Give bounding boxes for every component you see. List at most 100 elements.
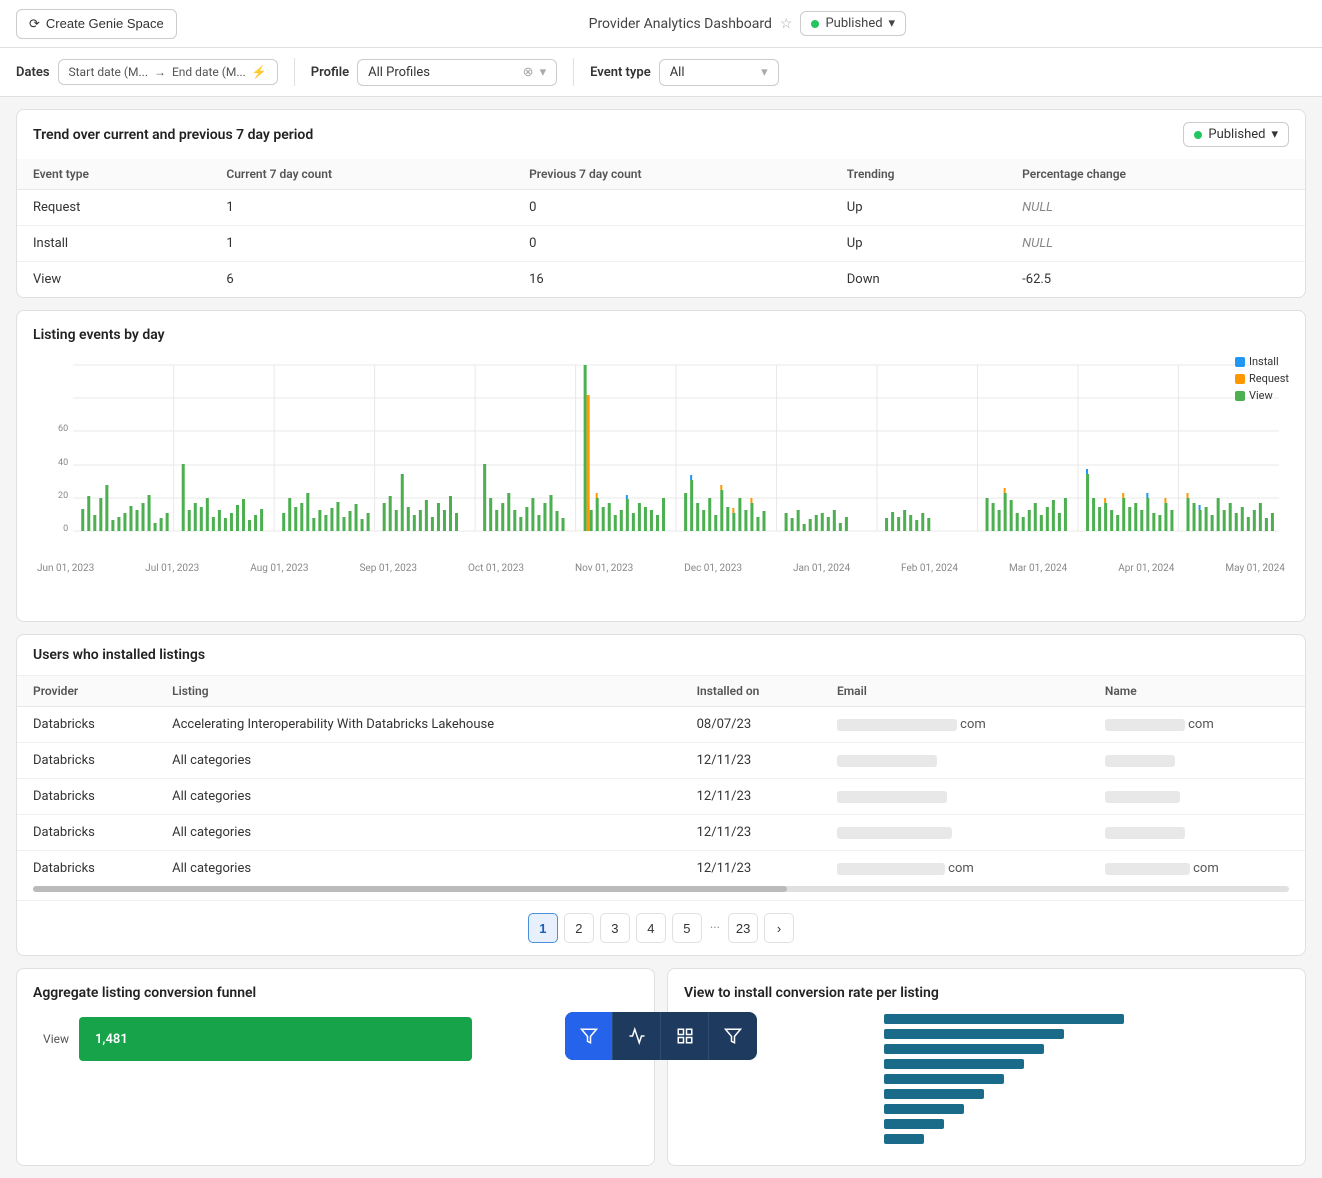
rate-chart-area [684, 1009, 1289, 1149]
create-genie-space-button[interactable]: ⟳ Create Genie Space [16, 9, 177, 39]
svg-text:0: 0 [63, 524, 68, 534]
rate-chart-section: View to install conversion rate per list… [668, 969, 1305, 1165]
profile-select[interactable]: All Profiles ⊗ ▾ [357, 59, 557, 86]
provider-cell: Databricks [17, 779, 156, 815]
funnel-view-bar: 1,481 [79, 1017, 472, 1061]
app-header: ⟳ Create Genie Space Provider Analytics … [0, 0, 1322, 48]
chevron-down-icon: ▾ [889, 16, 896, 31]
trend-published-label: Published [1208, 127, 1265, 142]
page-5-button[interactable]: 5 [672, 913, 702, 943]
date-filter-group: Dates Start date (M... → End date (M... … [16, 59, 278, 85]
chart-container: Install Request View [33, 355, 1289, 605]
rate-chart-title: View to install conversion rate per list… [684, 985, 1289, 1001]
legend-install-label: Install [1249, 355, 1279, 368]
profile-value: All Profiles [368, 65, 430, 80]
x-label-may: May 01, 2024 [1225, 563, 1284, 574]
funnel-card: Aggregate listing conversion funnel View… [16, 968, 655, 1166]
name-blurred [1105, 791, 1180, 803]
email-blurred [837, 863, 945, 875]
bottom-row: Aggregate listing conversion funnel View… [16, 968, 1306, 1166]
listing-cell: All categories [156, 743, 680, 779]
trend-chevron-icon: ▾ [1271, 127, 1278, 142]
legend-view-label: View [1249, 389, 1273, 402]
header-title-group: Provider Analytics Dashboard ☆ Published… [189, 11, 1306, 36]
toolbar-filter-button[interactable] [565, 1012, 613, 1060]
provider-cell: Databricks [17, 707, 156, 743]
name-cell [1089, 815, 1305, 851]
email-blurred [837, 827, 952, 839]
trend-published-button[interactable]: Published ▾ [1183, 122, 1289, 147]
table-row: Databricks All categories 12/11/23 com c… [17, 851, 1305, 887]
legend-view-dot [1235, 391, 1245, 401]
page-4-button[interactable]: 4 [636, 913, 666, 943]
page-3-button[interactable]: 3 [600, 913, 630, 943]
trend-card: Trend over current and previous 7 day pe… [16, 109, 1306, 298]
toolbar-funnel-button[interactable] [709, 1012, 757, 1060]
pct-change-cell: NULL [1006, 190, 1305, 226]
pct-change-cell: -62.5 [1006, 262, 1305, 298]
star-icon[interactable]: ☆ [780, 16, 793, 32]
next-page-button[interactable]: › [764, 913, 794, 943]
email-cell: com [821, 851, 1089, 887]
genie-icon: ⟳ [29, 16, 40, 32]
listing-cell: All categories [156, 779, 680, 815]
page-1-button[interactable]: 1 [528, 913, 558, 943]
lightning-icon: ⚡ [252, 65, 267, 79]
date-range-input[interactable]: Start date (M... → End date (M... ⚡ [58, 59, 278, 85]
x-label-jun: Jun 01, 2023 [37, 563, 94, 574]
email-blurred [837, 755, 937, 767]
current-count-cell: 6 [210, 262, 513, 298]
horizontal-scrollbar[interactable] [33, 886, 1289, 892]
published-label: Published [825, 16, 882, 31]
funnel-view-value: 1,481 [95, 1032, 128, 1047]
trending-cell: Up [831, 226, 1006, 262]
funnel-bar-wrap: View 1,481 [33, 1017, 638, 1061]
legend-install-dot [1235, 357, 1245, 367]
col-trending: Trending [831, 159, 1006, 190]
chevron-down-icon3: ▾ [761, 65, 768, 80]
toolbar-grid-button[interactable] [661, 1012, 709, 1060]
trend-table: Event type Current 7 day count Previous … [17, 159, 1305, 297]
previous-count-cell: 0 [513, 190, 831, 226]
legend-request: Request [1235, 372, 1289, 385]
email-cell [821, 779, 1089, 815]
chart-legend: Install Request View [1235, 355, 1289, 402]
divider2 [573, 58, 574, 86]
email-blurred [837, 719, 957, 731]
table-row: Install 1 0 Up NULL [17, 226, 1305, 262]
trend-table-wrap: Event type Current 7 day count Previous … [17, 159, 1305, 297]
dates-label: Dates [16, 65, 50, 80]
scrollbar-thumb [33, 886, 787, 892]
trend-card-header: Trend over current and previous 7 day pe… [17, 110, 1305, 159]
x-label-nov: Nov 01, 2023 [575, 563, 633, 574]
legend-install: Install [1235, 355, 1289, 368]
divider1 [294, 58, 295, 86]
x-label-jan: Jan 01, 2024 [793, 563, 850, 574]
name-blurred [1105, 755, 1175, 767]
filters-bar: Dates Start date (M... → End date (M... … [0, 48, 1322, 97]
svg-text:40: 40 [58, 458, 68, 468]
circle-icon: ⊗ [523, 65, 534, 80]
event-type-select[interactable]: All ▾ [659, 59, 779, 86]
table-row: Databricks All categories 12/11/23 [17, 779, 1305, 815]
previous-count-cell: 0 [513, 226, 831, 262]
event-type-cell: Request [17, 190, 210, 226]
x-label-oct: Oct 01, 2023 [468, 563, 524, 574]
status-dot [811, 20, 819, 28]
installed-on-cell: 12/11/23 [681, 779, 821, 815]
x-label-mar: Mar 01, 2024 [1009, 563, 1067, 574]
name-blurred [1105, 863, 1190, 875]
floating-toolbar [565, 1012, 757, 1060]
event-type-label: Event type [590, 65, 651, 80]
trend-status-dot [1194, 131, 1202, 139]
event-type-cell: View [17, 262, 210, 298]
page-23-button[interactable]: 23 [728, 913, 758, 943]
col-name: Name [1089, 676, 1305, 707]
page-dots: ··· [708, 921, 722, 936]
toolbar-chart-button[interactable] [613, 1012, 661, 1060]
end-date-text: End date (M... [172, 65, 246, 79]
name-blurred [1105, 719, 1185, 731]
event-type-value: All [670, 65, 685, 80]
page-2-button[interactable]: 2 [564, 913, 594, 943]
published-status-button[interactable]: Published ▾ [800, 11, 906, 36]
